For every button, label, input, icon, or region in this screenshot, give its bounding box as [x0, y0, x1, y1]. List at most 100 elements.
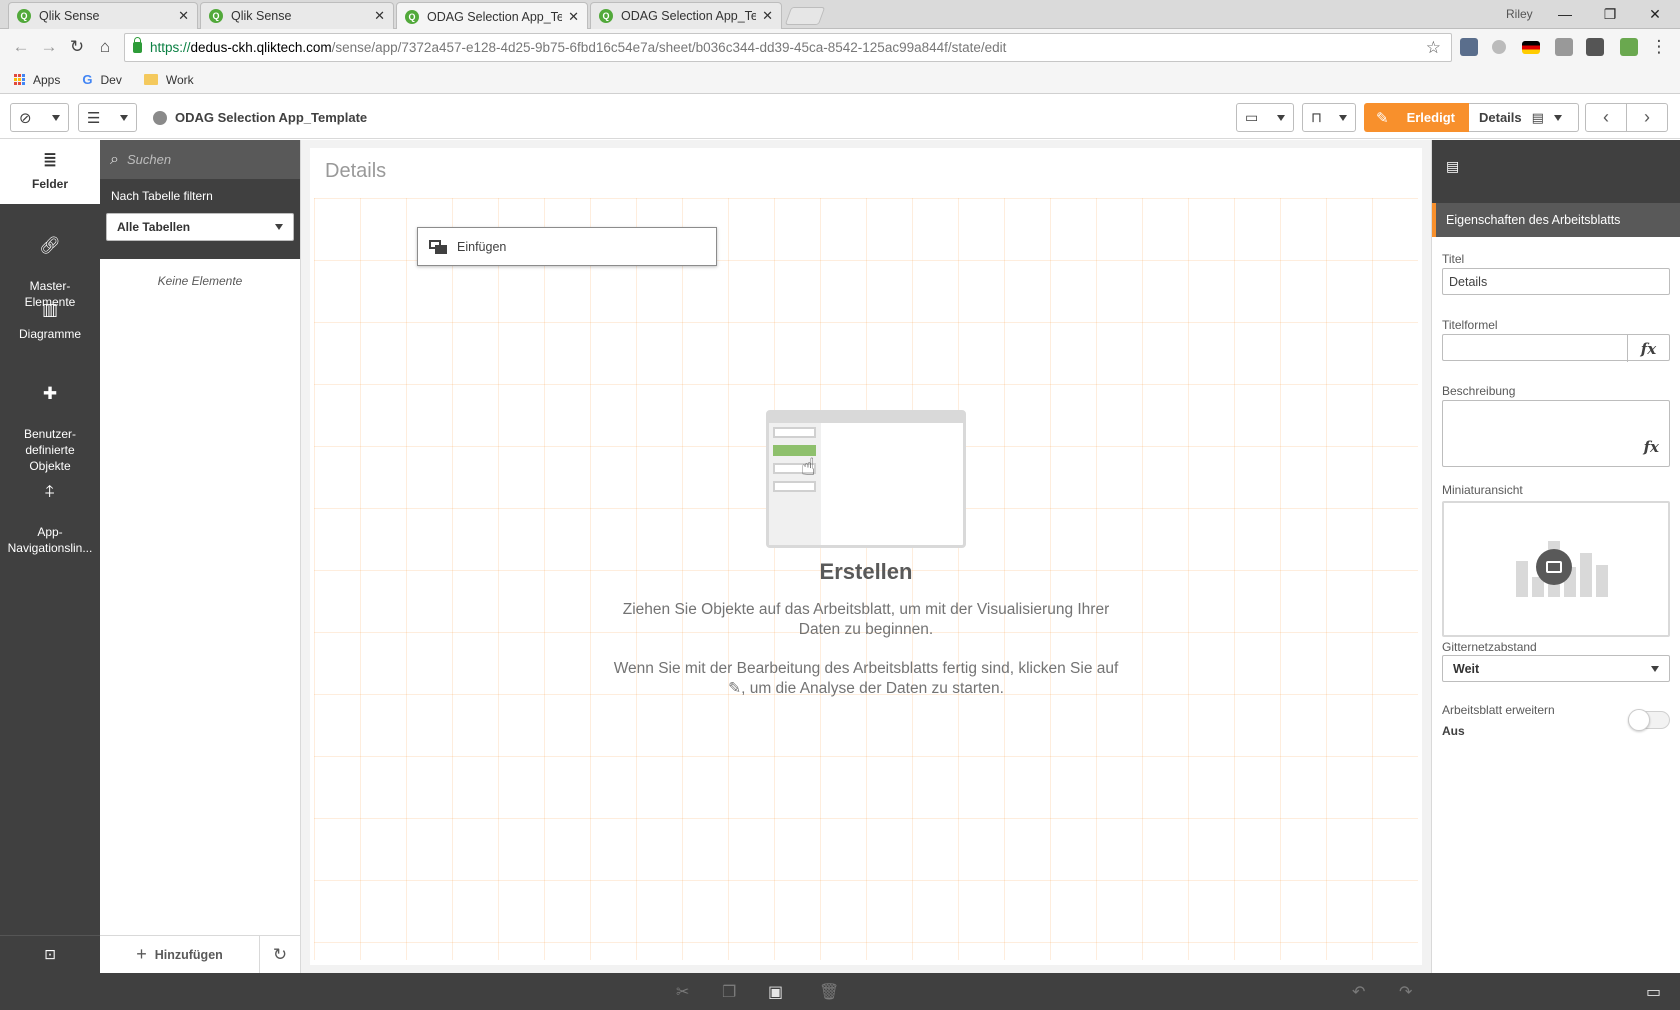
- thumbnail-label: Miniaturansicht: [1442, 483, 1523, 497]
- close-tab-icon[interactable]: ✕: [178, 8, 189, 24]
- new-tab-button[interactable]: [784, 7, 826, 25]
- qlik-favicon-icon: Q: [209, 9, 223, 23]
- close-tab-icon[interactable]: ✕: [568, 9, 579, 25]
- delete-icon[interactable]: 🗑︎: [819, 982, 839, 1002]
- toggle-properties-icon[interactable]: ▭: [1646, 982, 1661, 1002]
- browser-tab[interactable]: Q Qlik Sense ✕: [8, 2, 198, 29]
- url-host: dedus-ckh.qliktech.com: [190, 40, 332, 55]
- profile-name[interactable]: Riley: [1506, 7, 1533, 21]
- refresh-icon: ↻: [272, 944, 288, 964]
- sheet-selector[interactable]: Details ▤: [1469, 103, 1579, 132]
- browser-tab-title: Qlik Sense: [39, 9, 100, 23]
- browser-menu-icon[interactable]: ⋮: [1648, 38, 1670, 56]
- global-menu-button[interactable]: ⊘: [10, 103, 69, 132]
- sheet-canvas[interactable]: Details Einfügen ☝ Erstellen Ziehen Sie …: [310, 148, 1422, 965]
- nav-fields[interactable]: ≣ Felder: [0, 140, 100, 204]
- extension-icon[interactable]: [1555, 38, 1573, 56]
- fx-icon[interactable]: fx: [1644, 438, 1659, 456]
- table-filter-area: Nach Tabelle filtern Alle Tabellen: [100, 179, 300, 259]
- chevron-down-icon: [1277, 114, 1285, 121]
- browser-tab-title: ODAG Selection App_Ten: [621, 9, 757, 23]
- bookmark-work[interactable]: Work: [143, 73, 194, 87]
- apps-grid-icon: [14, 74, 25, 85]
- close-window-icon[interactable]: ✕: [1642, 4, 1668, 24]
- insert-label: Einfügen: [457, 239, 507, 254]
- nav-master-items[interactable]: 🔗︎ Master- Elemente: [0, 220, 100, 309]
- insert-object-button[interactable]: Einfügen: [417, 227, 717, 266]
- undo-icon[interactable]: ↶: [1352, 982, 1365, 1002]
- signpost-icon: ⍏: [44, 482, 56, 501]
- sheet-thumbnail-icon: ▤: [1531, 109, 1544, 125]
- pencil-icon: ✎: [728, 680, 742, 697]
- browser-tab-title: Qlik Sense: [231, 9, 292, 23]
- close-tab-icon[interactable]: ✕: [374, 8, 385, 24]
- google-icon: G: [82, 72, 93, 87]
- bookmark-label: Dev: [100, 72, 122, 87]
- insert-icon: [429, 239, 447, 254]
- nav-app-navigation-links[interactable]: ⍏ App- Navigationslin...: [0, 466, 100, 555]
- grid-spacing-select[interactable]: Weit: [1442, 655, 1670, 682]
- title-formula-input[interactable]: fx: [1442, 334, 1670, 362]
- fields-search[interactable]: ⌕ Suchen: [100, 140, 300, 179]
- extend-sheet-toggle[interactable]: [1628, 709, 1670, 731]
- plus-icon: +: [136, 944, 147, 964]
- chevron-down-icon: [1339, 114, 1347, 121]
- fields-panel: ⌕ Suchen Nach Tabelle filtern Alle Tabel…: [100, 140, 301, 973]
- storytelling-button[interactable]: ▭: [1236, 103, 1294, 132]
- url-bar[interactable]: https://dedus-ckh.qliktech.com/sense/app…: [124, 33, 1452, 62]
- forward-icon[interactable]: →: [38, 38, 60, 56]
- chevron-down-icon: [275, 224, 283, 230]
- table-filter-select[interactable]: Alle Tabellen: [106, 213, 294, 241]
- sheet-title[interactable]: Details: [325, 160, 386, 183]
- nav-charts[interactable]: ▥ Diagramme: [0, 300, 100, 350]
- url-path: /sense/app/7372a457-e128-4d25-9b75-6fbd1…: [331, 40, 1007, 55]
- description-textarea[interactable]: fx: [1442, 400, 1670, 467]
- done-editing-button[interactable]: ✎ Erledigt: [1364, 103, 1469, 132]
- app-menu-button[interactable]: ☰: [78, 103, 137, 132]
- next-sheet-button[interactable]: ›: [1626, 103, 1668, 132]
- add-data-button[interactable]: + Hinzufügen: [100, 936, 260, 973]
- back-icon[interactable]: ←: [10, 38, 32, 56]
- qlik-toolbar: ⊘ ☰ ODAG Selection App_Template ▭ ⊓ ✎ Er…: [0, 96, 1680, 139]
- expression-editor-button[interactable]: fx: [1627, 335, 1669, 362]
- search-placeholder: Suchen: [126, 152, 172, 167]
- done-label: Erledigt: [1406, 110, 1455, 125]
- title-label: Titel: [1442, 252, 1465, 266]
- close-tab-icon[interactable]: ✕: [762, 8, 773, 24]
- home-icon[interactable]: ⌂: [94, 38, 116, 56]
- reload-icon[interactable]: ↻: [66, 38, 88, 56]
- minimize-icon[interactable]: —: [1552, 4, 1578, 24]
- app-globe-icon: [153, 110, 167, 125]
- table-filter-label: Nach Tabelle filtern: [111, 189, 213, 203]
- qr-code-icon[interactable]: [1586, 38, 1604, 56]
- browser-tab[interactable]: Q ODAG Selection App_Ten ✕: [590, 2, 782, 29]
- title-input[interactable]: Details: [1442, 268, 1670, 295]
- german-flag-icon[interactable]: [1522, 41, 1540, 54]
- redo-icon[interactable]: ↷: [1399, 982, 1412, 1002]
- thumbnail-picker[interactable]: [1442, 501, 1670, 637]
- extension-icon[interactable]: [1460, 38, 1478, 56]
- bookmark-dev[interactable]: G Dev: [82, 72, 121, 87]
- reload-data-button[interactable]: ↻: [260, 936, 300, 973]
- browser-tab-active[interactable]: Q ODAG Selection App_Ten ✕: [396, 2, 588, 30]
- previous-sheet-button[interactable]: ‹: [1585, 103, 1627, 132]
- sheet-selector-label: Details: [1479, 110, 1522, 125]
- extend-sheet-value: Aus: [1442, 724, 1465, 738]
- copy-icon[interactable]: ❐: [722, 982, 736, 1002]
- bar-chart-icon: ▥: [41, 300, 59, 319]
- fields-footer: + Hinzufügen ↻: [100, 935, 300, 973]
- extension-icon[interactable]: [1492, 40, 1506, 54]
- nav-custom-objects[interactable]: ✚ Benutzer- definierte Objekte: [0, 368, 100, 473]
- bookmarks-button[interactable]: ⊓: [1302, 103, 1356, 132]
- title-formula-label: Titelformel: [1442, 318, 1498, 332]
- search-icon: ⌕: [110, 150, 119, 168]
- bookmark-icon: ⊓: [1311, 109, 1322, 125]
- variables-button[interactable]: ⊡: [0, 935, 100, 973]
- restore-icon[interactable]: ❐: [1597, 4, 1623, 24]
- cut-icon[interactable]: ✂: [676, 982, 689, 1002]
- paste-icon[interactable]: ▣: [768, 982, 783, 1002]
- browser-tab[interactable]: Q Qlik Sense ✕: [200, 2, 394, 29]
- bookmark-star-icon[interactable]: ☆: [1426, 38, 1441, 58]
- bookmark-apps[interactable]: Apps: [14, 73, 60, 87]
- extension-icon[interactable]: [1620, 38, 1638, 56]
